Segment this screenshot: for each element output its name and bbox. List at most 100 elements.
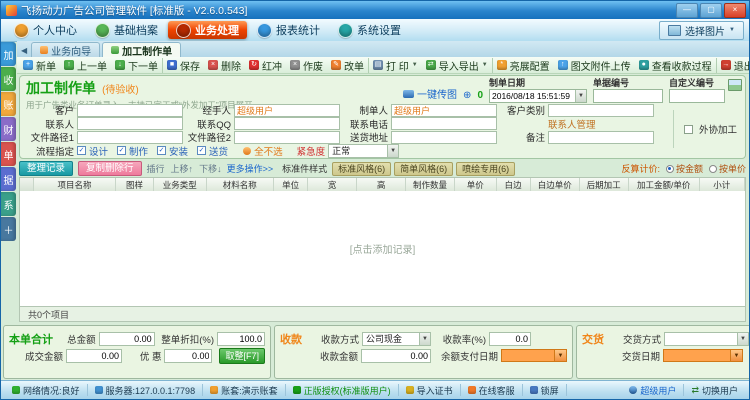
final-amount-input[interactable] bbox=[66, 348, 123, 363]
quick-upload-link[interactable]: 一键传图 bbox=[403, 86, 457, 101]
customer-type-input[interactable] bbox=[548, 103, 654, 117]
balance-date-input[interactable]: ▼ bbox=[501, 349, 567, 362]
row-op-link[interactable]: 插行 bbox=[147, 162, 165, 175]
minimize-button[interactable]: — bbox=[676, 2, 698, 18]
toolbar-button[interactable]: ● 查看收款过程 bbox=[635, 58, 716, 73]
outsource-checkbox[interactable]: ✓ 外协加工 bbox=[672, 110, 737, 148]
side-tab[interactable]: 据 bbox=[1, 167, 16, 191]
uncheck-all-link[interactable]: 全不选 bbox=[243, 144, 283, 158]
toolbar-button[interactable]: + 新单 bbox=[19, 58, 60, 73]
contact-phone-input[interactable] bbox=[391, 117, 497, 130]
tab-business-wizard[interactable]: 业务向导 bbox=[31, 42, 101, 58]
menu-tab[interactable]: 个人中心 bbox=[6, 21, 85, 39]
payment-method-select[interactable]: 公司现金 ▼ bbox=[362, 331, 431, 346]
pick-image-button[interactable]: 选择图片 ▼ bbox=[659, 20, 744, 40]
more-operations-link[interactable]: 更多操作>> bbox=[227, 162, 274, 175]
attach-add-icon[interactable]: ⊕ bbox=[463, 90, 471, 101]
grid-column-header[interactable]: 白边单价 bbox=[531, 178, 580, 191]
customer-input[interactable] bbox=[77, 103, 183, 117]
side-tab[interactable]: 账 bbox=[1, 92, 16, 116]
toolbar-button[interactable]: ↻ 红冲 bbox=[245, 58, 286, 73]
grid-column-header[interactable]: 小计 bbox=[700, 178, 745, 191]
radio-by-price[interactable]: 按单价 bbox=[708, 162, 746, 175]
bill-no-input[interactable] bbox=[594, 90, 662, 102]
status-item[interactable]: 服务器:127.0.0.1:7798 bbox=[88, 384, 204, 396]
side-tab[interactable]: ＋ bbox=[1, 217, 16, 241]
custom-no-input[interactable] bbox=[670, 90, 724, 102]
status-item[interactable]: 网络情况:良好 bbox=[5, 384, 88, 396]
toolbar-button[interactable]: ↑ 图文附件上传 bbox=[554, 58, 635, 73]
toolbar-button[interactable]: × 作废 bbox=[286, 58, 327, 73]
grid-column-header[interactable]: 宽 bbox=[308, 178, 358, 191]
delivery-method-select[interactable]: ▼ bbox=[664, 331, 749, 346]
maximize-button[interactable]: ▢ bbox=[700, 2, 722, 18]
row-op-link[interactable]: 下移↓ bbox=[199, 162, 222, 175]
close-button[interactable]: × bbox=[724, 2, 746, 18]
style-pill-button[interactable]: 标准风格(6) bbox=[332, 161, 392, 176]
chevron-down-icon[interactable]: ▼ bbox=[575, 90, 586, 102]
toolbar-button[interactable]: ↑ 上一单 bbox=[60, 58, 111, 73]
current-user[interactable]: 超级用户 bbox=[622, 384, 685, 396]
grid-column-header[interactable]: 制作数量 bbox=[406, 178, 455, 191]
side-tab[interactable]: 收 bbox=[1, 67, 16, 91]
process-checkbox[interactable]: ✓ 制作 bbox=[117, 144, 148, 158]
handler-input[interactable] bbox=[234, 103, 340, 117]
grid-empty-hint[interactable]: [点击添加记录] bbox=[350, 241, 416, 256]
switch-user-button[interactable]: ⇄ 切换用户 bbox=[684, 384, 745, 397]
menu-tab[interactable]: 基础档案 bbox=[87, 21, 166, 39]
toolbar-button[interactable]: * 亮展配置 bbox=[491, 57, 554, 73]
discount-input[interactable] bbox=[216, 331, 265, 346]
side-tab[interactable]: 加 bbox=[1, 42, 16, 66]
toolbar-button[interactable]: × 删除 bbox=[204, 58, 245, 73]
payment-rate-input[interactable] bbox=[489, 331, 531, 346]
tab-scroll-left-icon[interactable]: ◀ bbox=[21, 46, 27, 55]
status-item[interactable]: 导入证书 bbox=[399, 384, 461, 396]
grid-column-header[interactable]: 单价 bbox=[455, 178, 497, 191]
toolbar-button[interactable]: ✎ 改单 bbox=[327, 58, 368, 73]
organize-records-button[interactable]: 整理记录 bbox=[19, 161, 74, 176]
toolbar-button[interactable]: ■ 保存 bbox=[162, 57, 204, 73]
menu-tab[interactable]: 系统设置 bbox=[330, 21, 409, 39]
process-checkbox[interactable]: ✓ 送货 bbox=[197, 144, 228, 158]
urgency-select[interactable]: 正常 ▼ bbox=[328, 143, 400, 158]
grid-column-header[interactable]: 材料名称 bbox=[207, 178, 274, 191]
status-item[interactable]: 正版授权(标准版用户) bbox=[286, 384, 399, 396]
tab-processing-order[interactable]: 加工制作单 bbox=[102, 42, 182, 58]
grid-column-header[interactable]: 后期加工 bbox=[580, 178, 629, 191]
row-op-link[interactable]: 上移↑ bbox=[171, 162, 194, 175]
file-path1-input[interactable] bbox=[77, 130, 183, 144]
maker-input[interactable] bbox=[391, 103, 497, 117]
contact-manage-button[interactable]: 联系人管理 bbox=[548, 117, 596, 131]
status-item[interactable]: 锁屏 bbox=[523, 384, 567, 396]
grid-column-header[interactable]: 业务类型 bbox=[154, 178, 207, 191]
process-checkbox[interactable]: ✓ 安装 bbox=[157, 144, 188, 158]
contact-qq-input[interactable] bbox=[234, 117, 340, 130]
delivery-address-input[interactable] bbox=[391, 130, 497, 144]
status-item[interactable]: 账套:演示账套 bbox=[203, 384, 286, 396]
delivery-date-input[interactable]: ▼ bbox=[663, 349, 743, 362]
grid-column-header[interactable]: 项目名称 bbox=[34, 178, 117, 191]
toolbar-button[interactable]: ↓ 下一单 bbox=[111, 58, 162, 73]
total-amount-input[interactable] bbox=[98, 331, 155, 346]
process-checkbox[interactable]: ✓ 设计 bbox=[77, 144, 108, 158]
menu-tab[interactable]: 报表统计 bbox=[249, 21, 328, 39]
grid-column-header[interactable]: 单位 bbox=[274, 178, 309, 191]
grid-column-header[interactable]: 加工金额/单价 bbox=[629, 178, 700, 191]
status-item[interactable]: 在线客服 bbox=[461, 384, 523, 396]
style-pill-button[interactable]: 喷绘专用(6) bbox=[456, 161, 516, 176]
toolbar-button[interactable]: → 退出 bbox=[715, 57, 749, 73]
toolbar-button[interactable]: ▤ 打 印 ▼ bbox=[368, 57, 422, 73]
order-date-input[interactable] bbox=[490, 90, 575, 102]
photo-icon[interactable] bbox=[728, 79, 742, 91]
concession-input[interactable] bbox=[164, 348, 213, 363]
toolbar-button[interactable]: ⇄ 导入导出 ▼ bbox=[422, 58, 492, 73]
radio-by-amount[interactable]: 按金额 bbox=[665, 162, 703, 175]
copy-delete-row-button[interactable]: 复制删除行 bbox=[78, 161, 142, 176]
file-path2-input[interactable] bbox=[234, 130, 340, 144]
grid-column-header[interactable]: 图样 bbox=[116, 178, 154, 191]
grid-column-header[interactable]: 白边 bbox=[497, 178, 531, 191]
contact-input[interactable] bbox=[77, 117, 183, 130]
side-tab[interactable]: 系 bbox=[1, 192, 16, 216]
grid-column-header[interactable]: 高 bbox=[357, 178, 407, 191]
side-tab[interactable]: 财 bbox=[1, 117, 16, 141]
